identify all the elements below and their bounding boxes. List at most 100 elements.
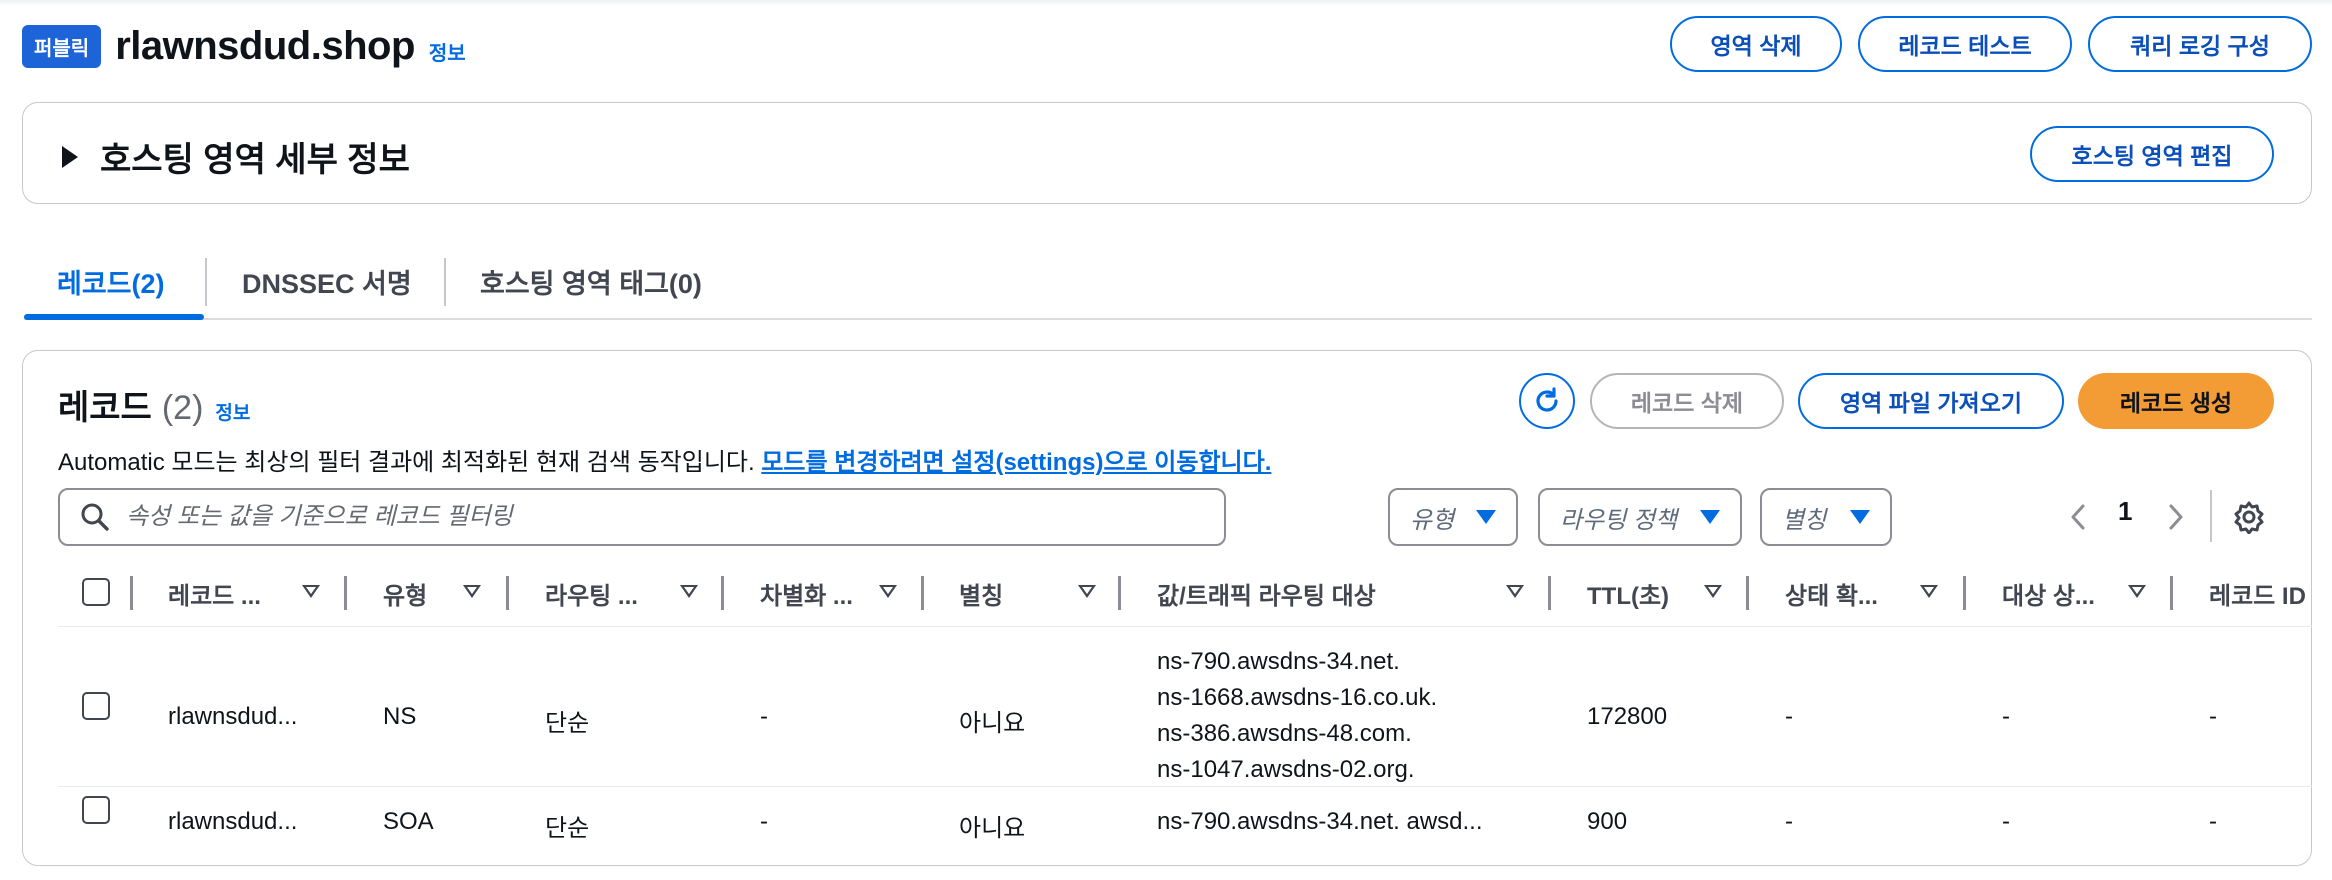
caret-down-icon: [1700, 510, 1720, 524]
sort-icon[interactable]: [1704, 585, 1722, 598]
column-header-alias[interactable]: 별칭: [959, 576, 1003, 611]
routing-policy-filter[interactable]: 라우팅 정책: [1538, 488, 1742, 546]
sort-icon[interactable]: [879, 585, 897, 598]
records-count: (2): [161, 389, 204, 427]
value-line: ns-386.awsdns-48.com.: [1157, 720, 1412, 747]
active-tab-indicator: [24, 314, 204, 320]
pagination-separator: [2210, 490, 2212, 542]
routing-policy-cell: 단순: [545, 710, 590, 737]
record-filter-search[interactable]: [58, 488, 1226, 546]
records-info-link[interactable]: 정보: [215, 398, 250, 425]
record-id-cell: -: [2209, 808, 2217, 835]
record-name-cell[interactable]: rlawnsdud...: [168, 703, 297, 731]
record-type-cell: NS: [383, 703, 417, 730]
column-header-routing-policy[interactable]: 라우팅 ...: [545, 576, 638, 611]
tab-separator: [205, 258, 207, 306]
tab-bar: 레코드(2) DNSSEC 서명 호스팅 영역 태그(0): [24, 250, 2312, 320]
query-logging-button[interactable]: 쿼리 로깅 구성: [2088, 16, 2312, 72]
sort-icon[interactable]: [2128, 585, 2146, 598]
search-input[interactable]: [126, 503, 1176, 531]
column-header-record-name[interactable]: 레코드 ...: [168, 576, 261, 611]
records-header: 레코드 (2) 정보: [58, 380, 250, 429]
differentiator-cell: -: [760, 703, 768, 730]
public-badge: 퍼블릭: [22, 24, 102, 68]
top-shadow: [0, 0, 2332, 6]
alias-filter-label: 별칭: [1782, 506, 1827, 534]
tab-separator: [444, 258, 446, 306]
column-header-differentiator[interactable]: 차별화 ...: [760, 576, 853, 611]
sort-icon[interactable]: [1920, 585, 1938, 598]
type-filter[interactable]: 유형: [1388, 488, 1518, 546]
column-header-ttl[interactable]: TTL(초): [1587, 576, 1669, 611]
records-title: 레코드: [58, 389, 152, 427]
alias-cell: 아니요: [959, 710, 1026, 737]
column-separator: [1746, 576, 1749, 610]
column-separator: [1548, 576, 1551, 610]
tab-hosted-zone-tags[interactable]: 호스팅 영역 태그(0): [480, 262, 702, 301]
info-link[interactable]: 정보: [429, 37, 466, 66]
route53-hosted-zone-page: 퍼블릭 rlawnsdud.shop 정보 영역 삭제 레코드 테스트 쿼리 로…: [0, 0, 2332, 880]
row-divider: [58, 786, 2312, 787]
column-header-value[interactable]: 값/트래픽 라우팅 대상: [1157, 576, 1376, 611]
refresh-button[interactable]: [1519, 373, 1575, 429]
row-checkbox[interactable]: [82, 796, 110, 824]
settings-gear-icon[interactable]: [2232, 500, 2266, 534]
value-line: ns-1047.awsdns-02.org.: [1157, 756, 1415, 783]
caret-down-icon: [1476, 510, 1496, 524]
routing-policy-cell: 단순: [545, 815, 590, 842]
import-zone-file-button[interactable]: 영역 파일 가져오기: [1798, 373, 2064, 429]
settings-link[interactable]: 모드를 변경하려면 설정(settings)으로 이동합니다.: [761, 449, 1271, 476]
sort-icon[interactable]: [463, 585, 481, 598]
edit-hosted-zone-button[interactable]: 호스팅 영역 편집: [2030, 126, 2274, 182]
sort-icon[interactable]: [1078, 585, 1096, 598]
column-header-type[interactable]: 유형: [383, 576, 427, 611]
page-header: 퍼블릭 rlawnsdud.shop 정보: [22, 18, 466, 74]
value-cell: ns-790.awsdns-34.net. awsd...: [1157, 808, 1483, 835]
alias-filter[interactable]: 별칭: [1760, 488, 1892, 546]
page-title: rlawnsdud.shop: [115, 23, 415, 68]
target-health-cell: -: [2002, 808, 2010, 835]
alias-cell: 아니요: [959, 815, 1026, 842]
caret-down-icon: [1850, 510, 1870, 524]
details-title: 호스팅 영역 세부 정보: [100, 141, 410, 179]
health-check-cell: -: [1785, 703, 1793, 730]
create-record-button[interactable]: 레코드 생성: [2078, 373, 2274, 429]
record-name-cell[interactable]: rlawnsdud...: [168, 808, 297, 836]
column-header-evaluate-target-health[interactable]: 대상 상...: [2002, 576, 2095, 611]
column-header-record-id[interactable]: 레코드 ID: [2209, 576, 2306, 611]
delete-record-button[interactable]: 레코드 삭제: [1590, 373, 1784, 429]
sort-icon[interactable]: [302, 585, 320, 598]
current-page-number[interactable]: 1: [2118, 496, 2132, 527]
delete-zone-button[interactable]: 영역 삭제: [1670, 16, 1842, 72]
hosted-zone-details-toggle[interactable]: 호스팅 영역 세부 정보: [62, 132, 410, 181]
column-header-health-check[interactable]: 상태 확...: [1785, 576, 1878, 611]
sort-icon[interactable]: [680, 585, 698, 598]
tab-dnssec[interactable]: DNSSEC 서명: [242, 262, 412, 301]
column-separator: [1963, 576, 1966, 610]
record-id-cell: -: [2209, 703, 2217, 730]
column-separator: [506, 576, 509, 610]
search-mode-description: Automatic 모드는 최상의 필터 결과에 최적화된 현재 검색 동작입니…: [58, 442, 1271, 477]
description-text: Automatic 모드는 최상의 필터 결과에 최적화된 현재 검색 동작입니…: [58, 449, 755, 476]
column-separator: [344, 576, 347, 610]
ttl-cell: 172800: [1587, 703, 1668, 730]
value-cell: ns-790.awsdns-34.net. ns-1668.awsdns-16.…: [1157, 644, 1437, 788]
record-type-cell: SOA: [383, 808, 434, 835]
column-separator: [130, 576, 133, 610]
row-checkbox[interactable]: [82, 692, 110, 720]
previous-page-icon[interactable]: [2068, 502, 2088, 532]
select-all-checkbox[interactable]: [82, 578, 110, 606]
column-separator: [2170, 576, 2173, 610]
caret-right-icon: [62, 145, 78, 168]
sort-icon[interactable]: [1506, 585, 1524, 598]
next-page-icon[interactable]: [2166, 502, 2186, 532]
type-filter-label: 유형: [1410, 506, 1455, 534]
search-icon: [81, 503, 109, 531]
column-separator: [1118, 576, 1121, 610]
target-health-cell: -: [2002, 703, 2010, 730]
tab-records[interactable]: 레코드(2): [57, 262, 165, 301]
test-record-button[interactable]: 레코드 테스트: [1858, 16, 2072, 72]
table-divider: [58, 626, 2312, 627]
ttl-cell: 900: [1587, 808, 1628, 835]
column-separator: [921, 576, 924, 610]
